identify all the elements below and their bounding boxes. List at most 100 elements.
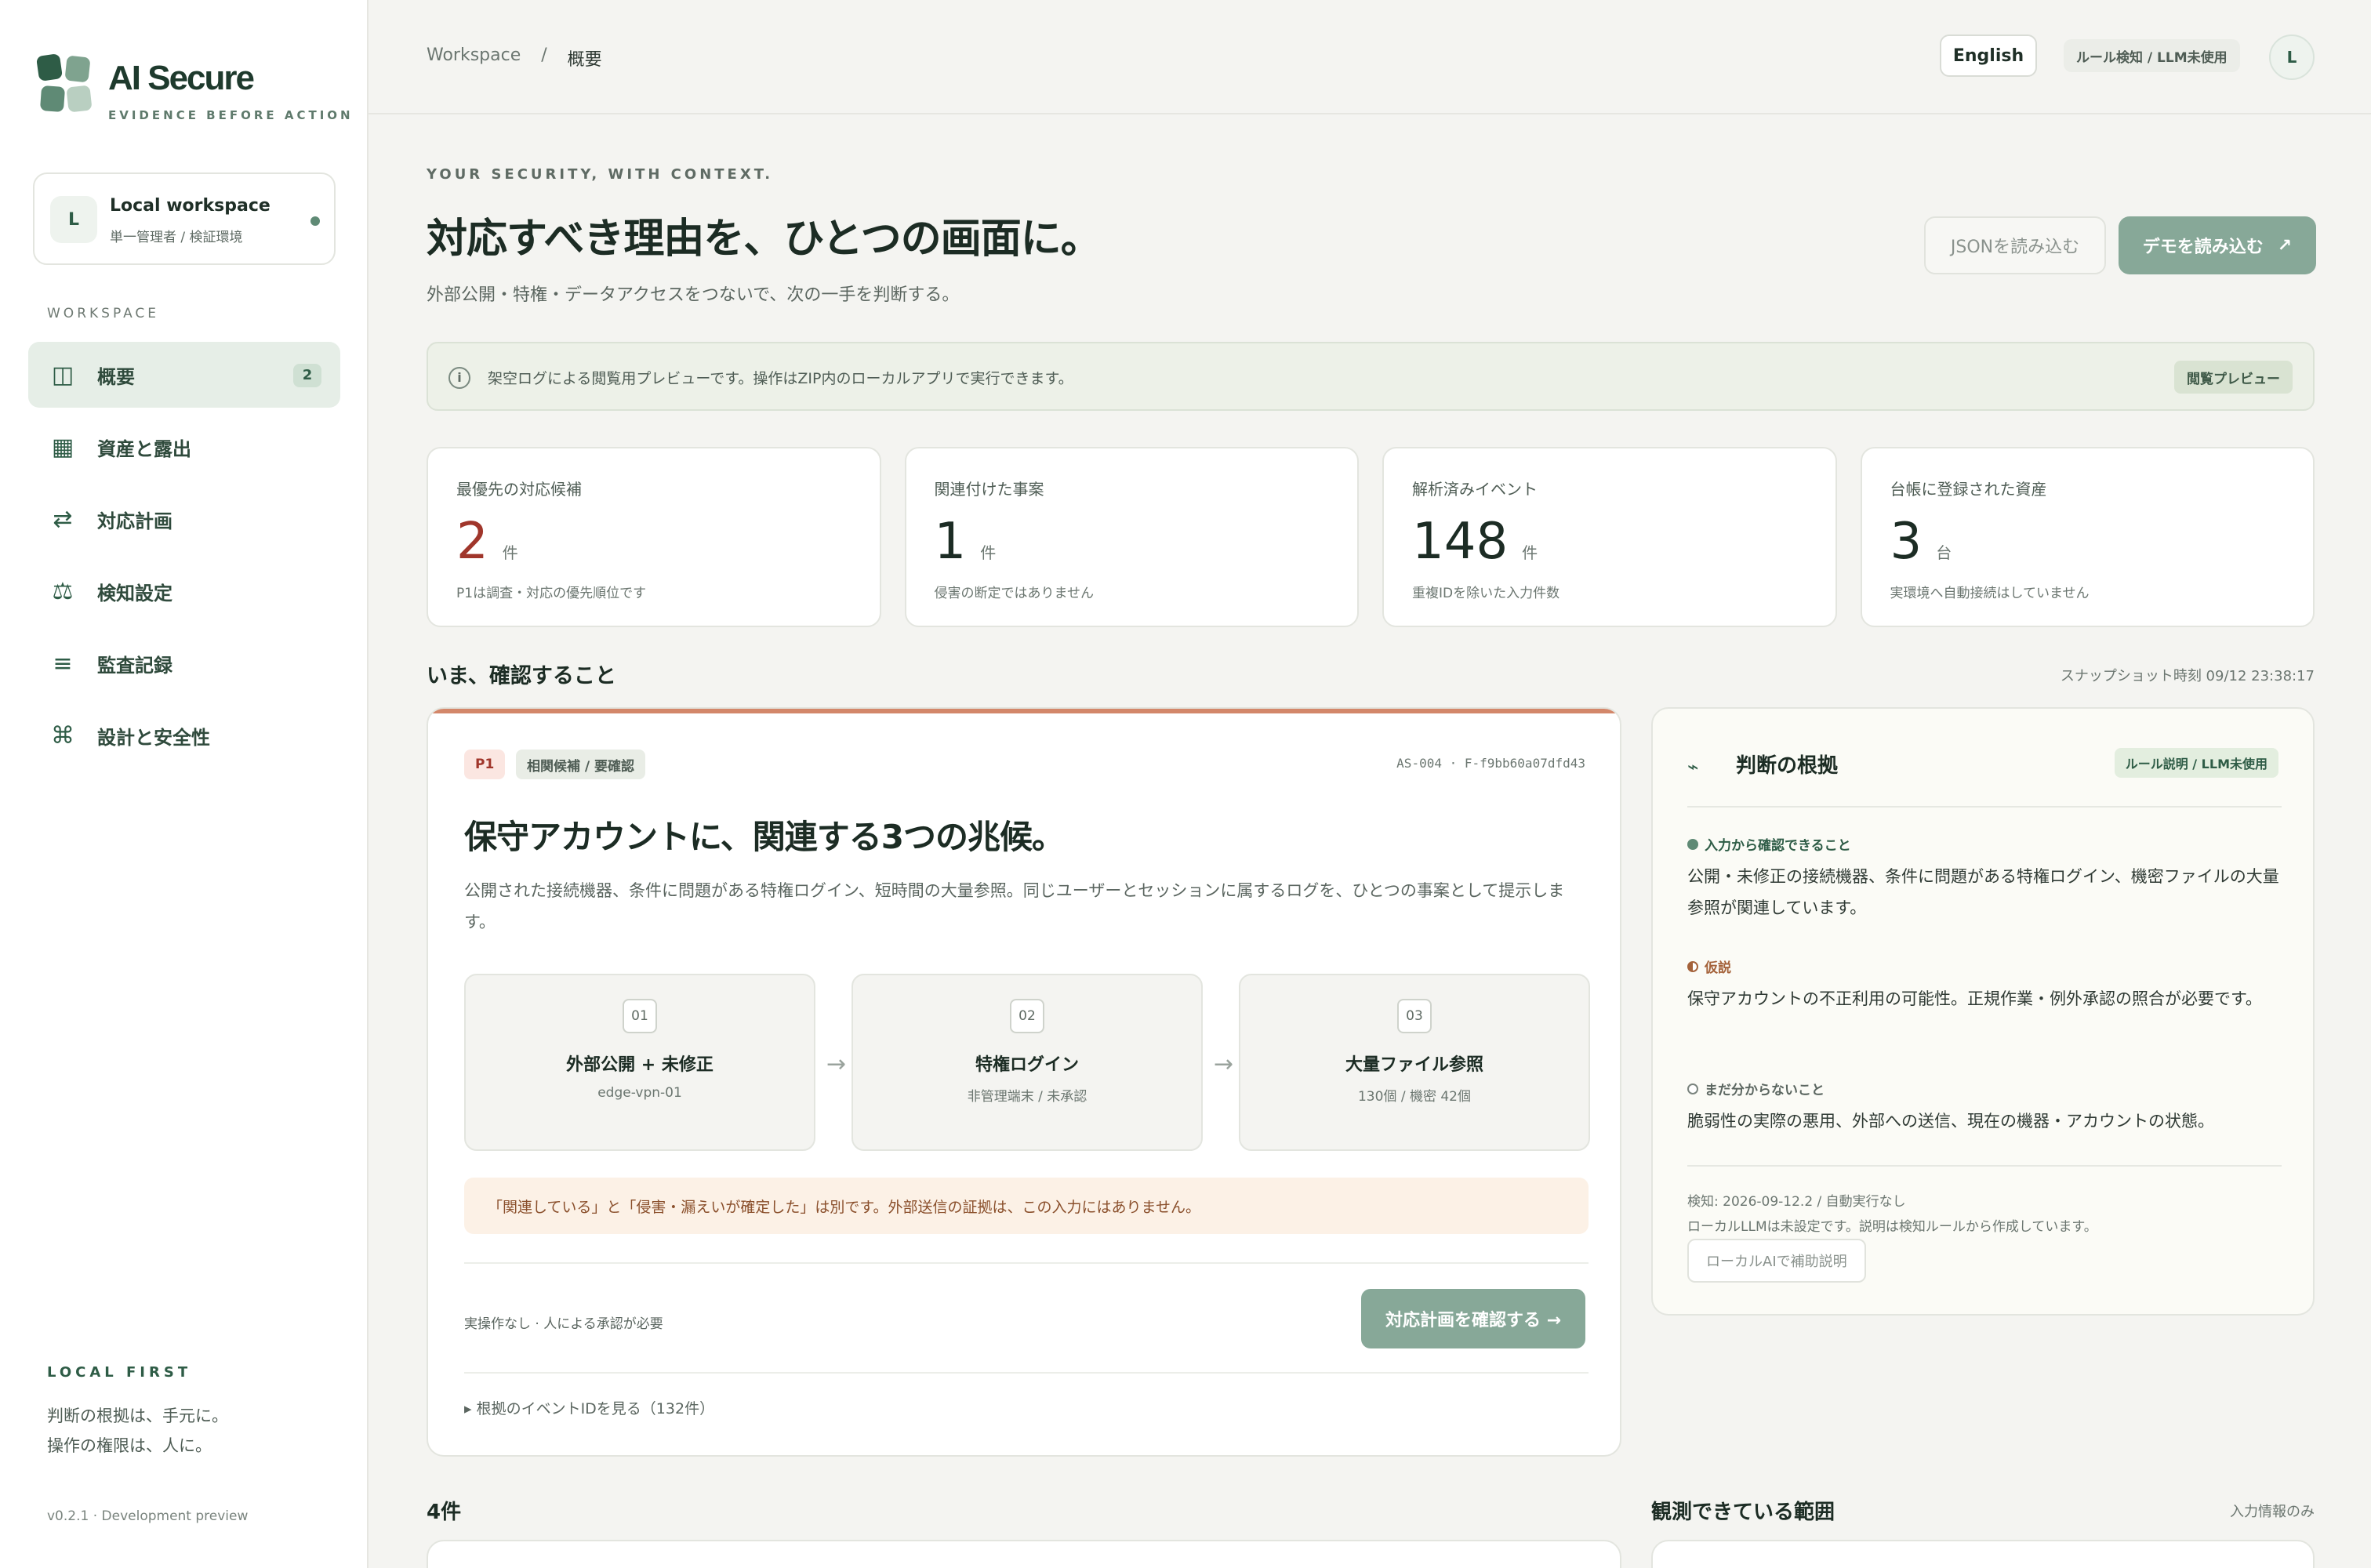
- rationale-icon: ⌁: [1687, 756, 1699, 778]
- stat-card-events[interactable]: 解析済みイベント 148 件 重複IDを除いた入力件数: [1382, 447, 1837, 627]
- half-dot-icon: [1687, 960, 1698, 972]
- step-title: 外部公開 + 未修正: [566, 1055, 713, 1075]
- filled-dot-icon: [1687, 838, 1698, 850]
- version-label: v0.2.1 · Development preview: [47, 1508, 249, 1524]
- sidebar-item-label: 資産と露出: [97, 437, 191, 460]
- local-first-title: LOCAL FIRST: [47, 1364, 192, 1381]
- step-sub: edge-vpn-01: [597, 1085, 682, 1101]
- review-plan-button[interactable]: 対応計画を確認する →: [1361, 1289, 1585, 1348]
- status-badge: 相関候補 / 要確認: [516, 750, 646, 779]
- breadcrumb-separator: /: [541, 45, 547, 65]
- step-title: 特権ログイン: [975, 1055, 1079, 1075]
- divider: [464, 1262, 1589, 1264]
- rationale-panel: ⌁ 判断の根拠 ルール説明 / LLM未使用 入力から確認できること 公開・未修…: [1651, 707, 2315, 1316]
- signal-step-3[interactable]: 03 大量ファイル参照 130個 / 機密 42個: [1239, 974, 1590, 1151]
- load-json-button[interactable]: JSONを読み込む: [1924, 216, 2106, 274]
- stat-value: 1件: [934, 513, 997, 571]
- rationale-title: 判断の根拠: [1736, 754, 1839, 778]
- stat-label: 最優先の対応候補: [456, 480, 582, 499]
- stat-card-top-priority[interactable]: 最優先の対応候補 2件 P1は調査・対応の優先順位です: [427, 447, 881, 627]
- sidebar: AI Secure EVIDENCE BEFORE ACTION L Local…: [0, 0, 369, 1568]
- stat-value: 148 件: [1412, 513, 1538, 571]
- step-sub: 130個 / 機密 42個: [1357, 1089, 1472, 1105]
- load-demo-label: デモを読み込む: [2142, 238, 2264, 257]
- grid-icon: ▦: [51, 433, 74, 461]
- stat-card-incidents[interactable]: 関連付けた事案 1件 侵害の断定ではありません: [904, 447, 1359, 627]
- nav-section-label: WORKSPACE: [47, 306, 160, 321]
- incident-id: AS-004 · F-f9bb60a07dfd43: [1396, 756, 1585, 771]
- app-tagline: EVIDENCE BEFORE ACTION: [108, 108, 354, 122]
- approval-note: 実操作なし · 人による承認が必要: [464, 1316, 663, 1332]
- local-ai-explain-button[interactable]: ローカルAIで補助説明: [1687, 1239, 1866, 1283]
- workspace-switcher[interactable]: L Local workspace 単一管理者 / 検証環境: [33, 172, 336, 265]
- sidebar-item-audit-log[interactable]: ≡ 監査記録: [28, 630, 340, 696]
- page-subtitle: 外部公開・特権・データアクセスをつないで、次の一手を判断する。: [427, 285, 960, 305]
- preview-notice: i 架空ログによる閲覧用プレビューです。操作はZIP内のローカルアプリで実行でき…: [427, 342, 2315, 411]
- sidebar-item-overview[interactable]: ◫ 概要 2: [28, 342, 340, 408]
- incident-title: 保守アカウントに、関連する3つの兆候。: [464, 818, 1065, 856]
- rule-explanation-badge: ルール説明 / LLM未使用: [2114, 748, 2278, 778]
- breadcrumb-workspace[interactable]: Workspace: [427, 45, 521, 71]
- observed-scope-title: 観測できている範囲: [1651, 1501, 1835, 1524]
- app-logo[interactable]: AI Secure EVIDENCE BEFORE ACTION: [35, 53, 354, 122]
- sidebar-item-design-safety[interactable]: ⌘ 設計と安全性: [28, 702, 340, 768]
- stat-label: 関連付けた事案: [934, 480, 1044, 499]
- stat-value: 2件: [456, 513, 518, 571]
- caution-note: 「関連している」と「侵害・漏えいが確定した」は別です。外部送信の証拠は、この入力…: [464, 1178, 1589, 1234]
- sidebar-item-response-plan[interactable]: ⇄ 対応計画: [28, 486, 340, 552]
- notice-text: 架空ログによる閲覧用プレビューです。操作はZIP内のローカルアプリで実行できます…: [488, 370, 1073, 387]
- observed-scope-card: [1651, 1540, 2315, 1568]
- list-icon: ≡: [53, 649, 73, 677]
- priority-accent-bar: [428, 709, 1620, 713]
- observed-scope-note: 入力情報のみ: [2230, 1504, 2315, 1520]
- hypothesis-body: 保守アカウントの不正利用の可能性。正規作業・例外承認の照合が必要です。: [1687, 989, 2262, 1008]
- stat-card-assets[interactable]: 台帳に登録された資産 3台 実環境へ自動接続はしていません: [1860, 447, 2315, 627]
- breadcrumb-current: 概要: [567, 50, 602, 70]
- snapshot-time: スナップショット時刻 09/12 23:38:17: [2060, 668, 2315, 684]
- user-avatar[interactable]: L: [2269, 34, 2315, 80]
- external-arrow-icon: ↗: [2277, 235, 2293, 256]
- page-title: 対応すべき理由を、ひとつの画面に。: [427, 216, 1102, 263]
- signal-step-1[interactable]: 01 外部公開 + 未修正 edge-vpn-01: [464, 974, 815, 1151]
- workspace-status-dot: [310, 216, 320, 226]
- arrow-right-icon: →: [826, 1051, 847, 1078]
- sidebar-item-label: 概要: [97, 365, 135, 388]
- signal-step-2[interactable]: 02 特権ログイン 非管理端末 / 未承認: [851, 974, 1203, 1151]
- sidebar-item-label: 監査記録: [97, 654, 172, 677]
- language-toggle-button[interactable]: English: [1940, 34, 2037, 77]
- sidebar-nav: ◫ 概要 2 ▦ 資産と露出 ⇄ 対応計画 ⚖ 検知設定 ≡ 監査記録 ⌘ 設計…: [28, 342, 340, 775]
- stat-value: 3台: [1890, 513, 1952, 571]
- step-title: 大量ファイル参照: [1345, 1055, 1483, 1075]
- priority-badge: P1: [464, 750, 506, 779]
- sidebar-item-label: 設計と安全性: [97, 726, 210, 749]
- sidebar-item-detection-settings[interactable]: ⚖ 検知設定: [28, 558, 340, 624]
- stats-row: 最優先の対応候補 2件 P1は調査・対応の優先順位です 関連付けた事案 1件 侵…: [427, 447, 2315, 627]
- breadcrumb: Workspace / 概要: [427, 45, 602, 71]
- hypothesis-heading: 仮説: [1687, 956, 1731, 976]
- confirmed-heading: 入力から確認できること: [1687, 834, 1851, 854]
- local-first-line-2: 操作の権限は、人に。: [47, 1436, 212, 1455]
- detection-meta: 検知: 2026-09-12.2 / 自動実行なし: [1687, 1194, 1906, 1210]
- sidebar-item-label: 対応計画: [97, 510, 172, 532]
- sidebar-item-assets[interactable]: ▦ 資産と露出: [28, 414, 340, 480]
- load-demo-button[interactable]: デモを読み込む ↗: [2119, 216, 2316, 274]
- stat-label: 台帳に登録された資産: [1890, 480, 2047, 499]
- stat-note: 実環境へ自動接続はしていません: [1890, 586, 2090, 601]
- step-number: 03: [1397, 999, 1432, 1033]
- workspace-name: Local workspace: [110, 196, 271, 216]
- step-number: 01: [623, 999, 657, 1033]
- logo-mark-icon: [35, 53, 93, 114]
- top-bar: Workspace / 概要 English ルール検知 / LLM未使用 L: [369, 0, 2371, 114]
- command-icon: ⌘: [51, 721, 74, 750]
- local-first-line-1: 判断の根拠は、手元に。: [47, 1406, 228, 1425]
- overview-icon: ◫: [51, 361, 74, 389]
- unknown-heading: まだ分からないこと: [1687, 1079, 1825, 1098]
- incident-list-card: [427, 1540, 1621, 1568]
- evidence-ids-toggle[interactable]: ▸ 根拠のイベントIDを見る（132件）: [464, 1397, 714, 1418]
- confirmed-body: 公開・未修正の接続機器、条件に問題がある特権ログイン、機密ファイルの大量参照が関…: [1687, 867, 2279, 917]
- divider: [464, 1372, 1589, 1374]
- preview-badge: 閲覧プレビュー: [2174, 361, 2293, 394]
- stat-note: 侵害の断定ではありません: [934, 586, 1095, 601]
- unknown-body: 脆弱性の実際の悪用、外部への送信、現在の機器・アカウントの状態。: [1687, 1112, 2214, 1131]
- step-sub: 非管理端末 / 未承認: [967, 1089, 1087, 1105]
